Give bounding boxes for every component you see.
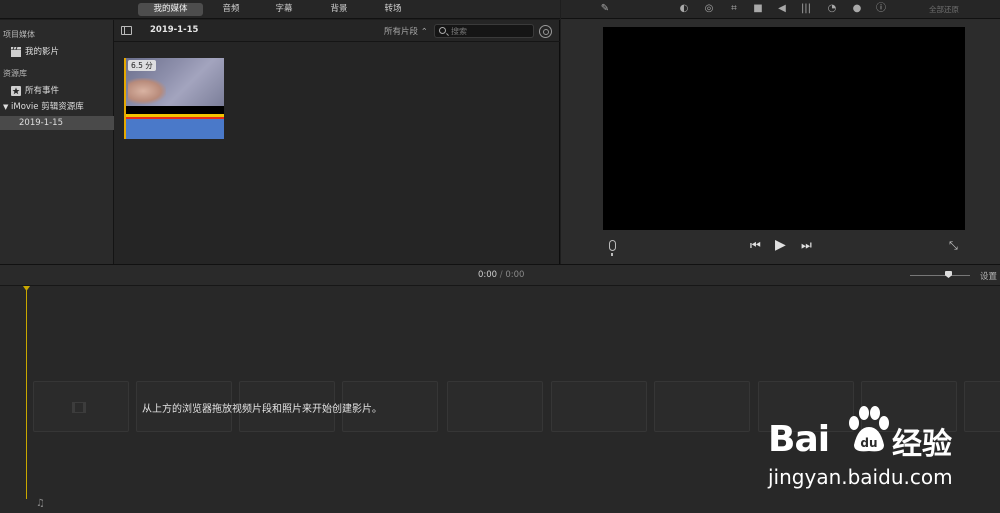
- search-placeholder: 搜索: [451, 27, 467, 36]
- color-balance-icon[interactable]: ◐: [678, 3, 690, 15]
- watermark-url: jingyan.baidu.com: [768, 465, 953, 489]
- timeline-header: 0:00 / 0:00 设置: [0, 264, 1000, 286]
- library-sidebar: 项目媒体 我的影片 资源库 所有事件 ▼ iMovie 剪辑资源库 2019-1…: [0, 20, 114, 264]
- clapper-icon: [11, 46, 21, 57]
- star-icon: [11, 86, 21, 96]
- sidebar-item-all-events[interactable]: 所有事件: [0, 84, 114, 98]
- current-time: 0:00: [478, 270, 498, 280]
- gear-icon[interactable]: [539, 25, 552, 38]
- sidebar-item-label: 2019-1-15: [19, 118, 63, 128]
- skip-forward-icon[interactable]: ⏭: [801, 238, 812, 252]
- viewer-screen[interactable]: [603, 27, 965, 230]
- sidebar-item-label: 所有事件: [25, 86, 60, 96]
- play-icon[interactable]: ▶: [775, 238, 786, 252]
- disclosure-triangle-icon[interactable]: ▼: [3, 100, 8, 114]
- zoom-slider-knob[interactable]: [945, 271, 952, 278]
- magic-wand-icon[interactable]: ✎: [599, 3, 611, 15]
- microphone-icon[interactable]: [609, 240, 616, 256]
- film-strip-icon: [72, 402, 86, 413]
- sidebar-toggle-icon[interactable]: [121, 26, 132, 35]
- music-note-icon: ♫: [36, 498, 45, 509]
- timeline-settings-button[interactable]: 设置: [980, 270, 997, 282]
- timeline-empty-hint: 从上方的浏览器拖放视频片段和照片来开始创建影片。: [142, 404, 382, 415]
- sidebar-item-label: iMovie 剪辑资源库: [11, 102, 84, 112]
- tab-titles[interactable]: 字幕: [266, 3, 302, 16]
- viewer: ⏮ ▶ ⏭ ⤡: [561, 19, 1000, 264]
- adjustment-toolbar: ✎ ◐ ◎ ⌗ ■ ◀ ||| ◔ ● ⓘ 全部还原: [561, 0, 1000, 19]
- timeline-placeholder-slot: [654, 381, 750, 432]
- tab-transitions[interactable]: 转场: [375, 3, 411, 16]
- playhead[interactable]: [26, 286, 27, 499]
- tab-backgrounds[interactable]: 背景: [321, 3, 357, 16]
- libraries-header: 资源库: [3, 69, 27, 78]
- speed-icon[interactable]: ◔: [826, 3, 838, 15]
- svg-text:du: du: [860, 436, 877, 450]
- timecode: 0:00 / 0:00: [478, 270, 524, 280]
- baidu-jingyan-watermark: Bai du 经验 jingyan.baidu.com: [768, 405, 993, 500]
- stabilization-icon[interactable]: ■: [752, 3, 764, 15]
- clip-filter-icon[interactable]: ●: [851, 3, 863, 15]
- volume-icon[interactable]: ◀: [776, 3, 788, 15]
- tab-my-media[interactable]: 我的媒体: [138, 3, 203, 16]
- browser-title: 2019-1-15: [150, 25, 199, 35]
- timeline-placeholder-slot: [447, 381, 543, 432]
- noise-reduction-icon[interactable]: |||: [800, 3, 812, 15]
- timeline-placeholder-slot: [551, 381, 647, 432]
- fullscreen-icon[interactable]: ⤡: [949, 239, 958, 253]
- zoom-slider[interactable]: [910, 275, 970, 276]
- tab-audio[interactable]: 音频: [213, 3, 249, 16]
- sidebar-item-label: 我的影片: [25, 47, 60, 57]
- paw-logo-icon: du: [849, 406, 889, 452]
- watermark-brand-cn: 经验: [892, 427, 952, 462]
- time-separator: /: [499, 270, 503, 280]
- search-input[interactable]: 搜索: [434, 24, 534, 38]
- reset-all-button[interactable]: 全部还原: [929, 4, 959, 15]
- total-time: 0:00: [505, 270, 525, 280]
- media-browser: 2019-1-15 所有片段 ⌃ 搜索 6.5 分: [114, 20, 560, 264]
- sidebar-item-my-movie[interactable]: 我的影片: [0, 45, 114, 59]
- sidebar-item-event[interactable]: 2019-1-15: [0, 116, 114, 130]
- media-clip-thumbnail[interactable]: 6.5 分: [124, 58, 224, 139]
- clip-duration-badge: 6.5 分: [128, 60, 156, 71]
- media-tab-bar: 我的媒体 音频 字幕 背景 转场: [0, 0, 560, 19]
- browser-toolbar: 2019-1-15 所有片段 ⌃ 搜索: [114, 20, 560, 42]
- skip-back-icon[interactable]: ⏮: [750, 238, 761, 252]
- search-icon: [439, 27, 446, 34]
- color-correction-icon[interactable]: ◎: [703, 3, 715, 15]
- project-media-header: 项目媒体: [3, 30, 35, 39]
- info-icon[interactable]: ⓘ: [875, 3, 887, 15]
- sidebar-item-library[interactable]: ▼ iMovie 剪辑资源库: [0, 100, 114, 114]
- crop-icon[interactable]: ⌗: [728, 3, 740, 15]
- clip-filter-dropdown[interactable]: 所有片段 ⌃: [384, 25, 428, 37]
- watermark-brand: Bai: [768, 419, 830, 460]
